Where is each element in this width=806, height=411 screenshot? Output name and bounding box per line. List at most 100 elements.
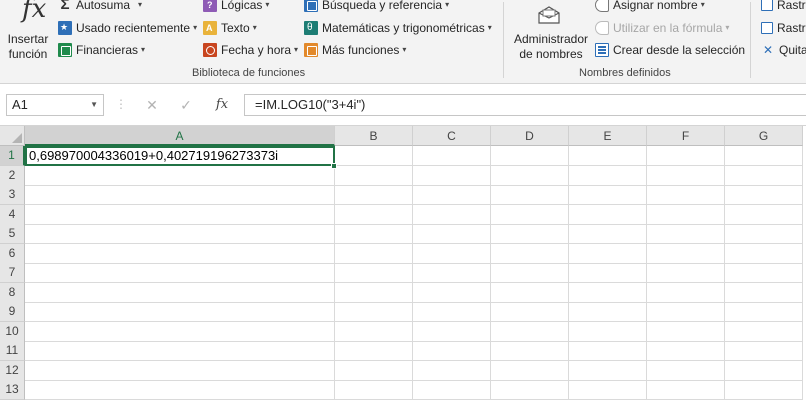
cell-b13[interactable] <box>335 380 413 400</box>
define-name-button[interactable]: Asignar nombre ▾ <box>595 0 705 13</box>
create-from-selection-button[interactable]: Crear desde la selección <box>595 42 745 58</box>
insert-function-fx-icon[interactable]: fx <box>212 94 232 116</box>
lookup-reference-button[interactable]: Búsqueda y referencia ▾ <box>304 0 449 13</box>
name-box[interactable]: A1 ▼ <box>6 94 104 116</box>
remove-arrows-button[interactable]: ✕ Quita <box>761 42 806 58</box>
cell-a5[interactable] <box>25 224 335 244</box>
cell-f2[interactable] <box>647 165 725 186</box>
cell-d12[interactable] <box>491 360 569 381</box>
cell-b6[interactable] <box>335 243 413 264</box>
cell-c12[interactable] <box>413 360 491 381</box>
math-trig-button[interactable]: Matemáticas y trigonométricas ▾ <box>304 20 492 36</box>
cell-b1[interactable] <box>335 146 413 166</box>
formula-bar-grip-icon[interactable]: ⋮ <box>115 97 127 111</box>
cell-f6[interactable] <box>647 243 725 264</box>
cell-a8[interactable] <box>25 282 335 303</box>
row-header-7[interactable]: 7 <box>0 263 25 283</box>
select-all-button[interactable] <box>0 126 25 146</box>
cell-a2[interactable] <box>25 165 335 186</box>
cell-b8[interactable] <box>335 282 413 303</box>
row-header-2[interactable]: 2 <box>0 165 25 186</box>
cell-c4[interactable] <box>413 204 491 225</box>
cell-a13[interactable] <box>25 380 335 400</box>
cell-c8[interactable] <box>413 282 491 303</box>
cell-d13[interactable] <box>491 380 569 400</box>
row-header-9[interactable]: 9 <box>0 302 25 322</box>
cell-g8[interactable] <box>725 282 803 303</box>
cell-d6[interactable] <box>491 243 569 264</box>
cell-e6[interactable] <box>569 243 647 264</box>
cancel-icon[interactable]: ✕ <box>142 94 162 116</box>
cell-e5[interactable] <box>569 224 647 244</box>
cell-e1[interactable] <box>569 146 647 166</box>
cell-f1[interactable] <box>647 146 725 166</box>
date-time-button[interactable]: Fecha y hora ▾ <box>203 42 298 58</box>
cell-e2[interactable] <box>569 165 647 186</box>
cell-g1[interactable] <box>725 146 803 166</box>
cell-f8[interactable] <box>647 282 725 303</box>
cell-b4[interactable] <box>335 204 413 225</box>
cell-f7[interactable] <box>647 263 725 283</box>
cell-b12[interactable] <box>335 360 413 381</box>
cell-e4[interactable] <box>569 204 647 225</box>
column-header-e[interactable]: E <box>569 126 647 146</box>
column-header-d[interactable]: D <box>491 126 569 146</box>
cell-f4[interactable] <box>647 204 725 225</box>
cell-b9[interactable] <box>335 302 413 322</box>
cell-f12[interactable] <box>647 360 725 381</box>
cell-a1[interactable]: 0,698970004336019+0,402719196273373i <box>25 146 335 166</box>
cell-a12[interactable] <box>25 360 335 381</box>
enter-check-icon[interactable]: ✓ <box>176 94 196 116</box>
cell-d7[interactable] <box>491 263 569 283</box>
trace-dependents-button[interactable]: Rastr <box>761 20 806 36</box>
cell-b2[interactable] <box>335 165 413 186</box>
cell-e13[interactable] <box>569 380 647 400</box>
cell-f10[interactable] <box>647 321 725 342</box>
cell-f13[interactable] <box>647 380 725 400</box>
cell-b3[interactable] <box>335 185 413 205</box>
column-header-c[interactable]: C <box>413 126 491 146</box>
chevron-down-icon[interactable]: ▼ <box>90 95 98 115</box>
cell-g2[interactable] <box>725 165 803 186</box>
cell-g3[interactable] <box>725 185 803 205</box>
cell-d4[interactable] <box>491 204 569 225</box>
cell-a11[interactable] <box>25 341 335 361</box>
column-header-f[interactable]: F <box>647 126 725 146</box>
cell-g4[interactable] <box>725 204 803 225</box>
row-header-11[interactable]: 11 <box>0 341 25 361</box>
cell-a3[interactable] <box>25 185 335 205</box>
logical-button[interactable]: Lógicas ▾ <box>203 0 269 13</box>
cell-b10[interactable] <box>335 321 413 342</box>
cell-e12[interactable] <box>569 360 647 381</box>
cell-d8[interactable] <box>491 282 569 303</box>
cell-e3[interactable] <box>569 185 647 205</box>
cell-c3[interactable] <box>413 185 491 205</box>
cell-c2[interactable] <box>413 165 491 186</box>
cell-f5[interactable] <box>647 224 725 244</box>
cell-g6[interactable] <box>725 243 803 264</box>
cell-e11[interactable] <box>569 341 647 361</box>
cell-f9[interactable] <box>647 302 725 322</box>
recently-used-button[interactable]: Usado recientemente ▾ <box>58 20 197 36</box>
cell-c5[interactable] <box>413 224 491 244</box>
row-header-1[interactable]: 1 <box>0 146 25 166</box>
row-header-13[interactable]: 13 <box>0 380 25 400</box>
trace-precedents-button[interactable]: Rastr <box>761 0 806 13</box>
cell-b7[interactable] <box>335 263 413 283</box>
use-in-formula-button[interactable]: Utilizar en la fórmula ▾ <box>595 20 729 36</box>
cell-g12[interactable] <box>725 360 803 381</box>
row-header-10[interactable]: 10 <box>0 321 25 342</box>
cell-c10[interactable] <box>413 321 491 342</box>
cell-c6[interactable] <box>413 243 491 264</box>
column-header-g[interactable]: G <box>725 126 803 146</box>
cell-g5[interactable] <box>725 224 803 244</box>
cell-b11[interactable] <box>335 341 413 361</box>
cell-g10[interactable] <box>725 321 803 342</box>
cell-c1[interactable] <box>413 146 491 166</box>
cell-g9[interactable] <box>725 302 803 322</box>
cell-a4[interactable] <box>25 204 335 225</box>
cell-a10[interactable] <box>25 321 335 342</box>
financial-button[interactable]: Financieras ▾ <box>58 42 145 58</box>
column-header-b[interactable]: B <box>335 126 413 146</box>
cell-f3[interactable] <box>647 185 725 205</box>
